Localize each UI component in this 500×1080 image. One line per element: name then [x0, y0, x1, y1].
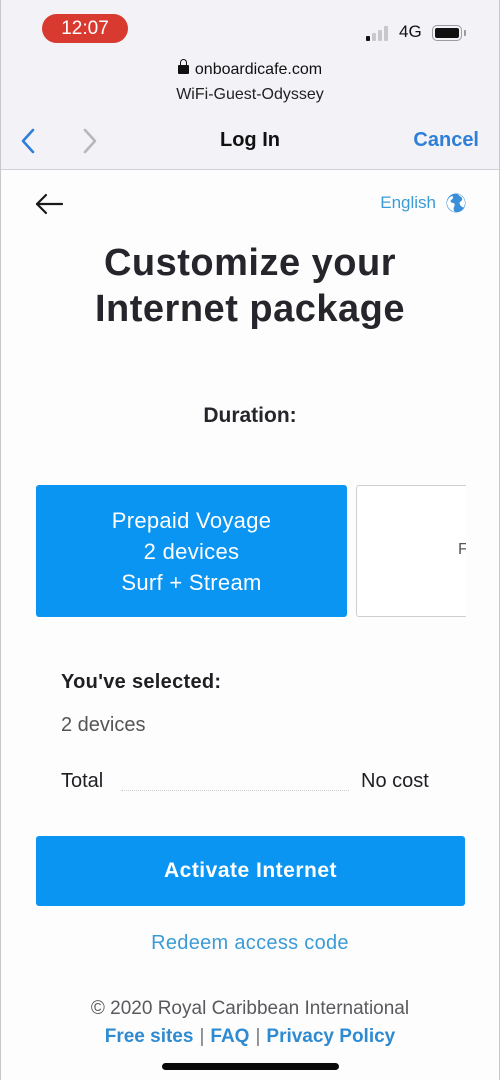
faq-link[interactable]: FAQ	[210, 1026, 249, 1047]
battery-icon	[432, 25, 462, 41]
selection-title: You've selected:	[61, 671, 222, 693]
copyright-text: © 2020 Royal Caribbean International	[90, 998, 410, 1019]
home-indicator[interactable]	[162, 1063, 339, 1070]
network-name: WiFi-Guest-Odyssey	[176, 86, 324, 103]
footer-links: Free sites | FAQ | Privacy Policy	[0, 1026, 500, 1048]
browser-chrome: 12:07 4G onboardicafe.com WiFi-Guest-Ody…	[0, 0, 500, 170]
package-card-selected[interactable]: Prepaid Voyage 2 devices Surf + Stream	[36, 485, 347, 617]
language-label: English	[380, 193, 436, 212]
package-name: Prepaid Voyage	[111, 507, 272, 533]
arrow-left-icon	[35, 193, 64, 215]
footer-separator: |	[255, 1026, 261, 1047]
package-name-partial: F	[458, 541, 466, 559]
total-label: Total	[61, 770, 104, 792]
signal-icon	[366, 25, 390, 41]
free-sites-link[interactable]: Free sites	[105, 1026, 194, 1047]
page-title-line2: Internet package	[95, 288, 405, 330]
total-leader-dots	[121, 790, 349, 791]
domain-text: onboardicafe.com	[194, 61, 323, 78]
package-card[interactable]: F	[356, 485, 466, 617]
globe-icon	[446, 193, 466, 213]
battery-tip	[464, 30, 466, 36]
package-devices: 2 devices	[143, 538, 240, 564]
activate-internet-button[interactable]: Activate Internet	[36, 836, 465, 906]
privacy-policy-link[interactable]: Privacy Policy	[266, 1026, 395, 1047]
selection-devices: 2 devices	[61, 714, 146, 736]
redeem-access-code-link[interactable]: Redeem access code	[0, 932, 500, 955]
language-selector[interactable]: English	[380, 193, 466, 213]
page-title: Customize your Internet package	[0, 240, 500, 332]
frame-border-left	[0, 0, 1, 1080]
package-tier: Surf + Stream	[121, 569, 262, 595]
duration-label: Duration:	[203, 404, 297, 427]
status-time: 12:07	[42, 14, 128, 43]
url-bar[interactable]: onboardicafe.com	[0, 59, 500, 79]
cancel-button[interactable]: Cancel	[413, 129, 479, 152]
footer-separator: |	[199, 1026, 205, 1047]
lock-icon	[177, 59, 189, 74]
total-value: No cost	[361, 770, 429, 792]
page-back-button[interactable]	[34, 190, 64, 218]
page-title-line1: Customize your	[103, 242, 397, 284]
network-type: 4G	[399, 22, 422, 41]
